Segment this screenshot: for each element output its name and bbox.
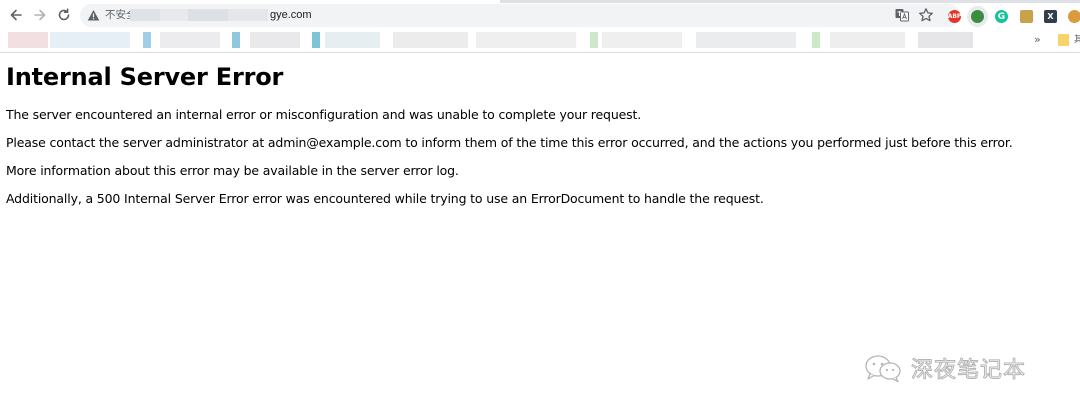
bookmark-item[interactable]	[602, 32, 682, 48]
browser-toolbar: 不安全 gye.com ABP G X	[0, 3, 1080, 29]
error-paragraph: The server encountered an internal error…	[6, 107, 642, 122]
error-paragraph: Please contact the server administrator …	[6, 135, 1013, 150]
bookmarks-bar: » 其	[0, 29, 1080, 53]
bookmark-item[interactable]	[830, 32, 905, 48]
bookmark-item[interactable]	[918, 32, 973, 48]
bookmark-item[interactable]	[250, 32, 300, 48]
arrow-right-icon	[34, 9, 46, 21]
leaf-extension-icon[interactable]	[971, 10, 984, 23]
page-content: Internal Server Error The server encount…	[6, 53, 1076, 206]
bookmark-item[interactable]	[143, 32, 151, 48]
back-button[interactable]	[5, 4, 27, 26]
bookmark-item[interactable]	[476, 32, 576, 48]
bookmark-star-icon[interactable]	[918, 7, 934, 23]
x-extension-icon[interactable]: X	[1044, 10, 1057, 23]
redacted-url-block	[130, 9, 268, 21]
bookmark-item[interactable]	[696, 32, 796, 48]
grammarly-extension-icon[interactable]: G	[995, 10, 1008, 23]
warning-icon[interactable]	[87, 9, 100, 22]
bookmark-item[interactable]	[325, 32, 380, 48]
bookmark-item[interactable]	[8, 32, 48, 48]
folder-icon[interactable]	[1058, 34, 1069, 46]
watermark: 深夜笔记本	[863, 352, 1026, 384]
reload-button[interactable]	[53, 4, 75, 26]
translate-icon[interactable]	[895, 8, 909, 22]
error-paragraph: Additionally, a 500 Internal Server Erro…	[6, 191, 764, 206]
url-text[interactable]: gye.com	[270, 8, 312, 22]
address-bar[interactable]: 不安全 gye.com	[80, 4, 960, 27]
bookmark-item[interactable]	[312, 32, 320, 48]
wechat-logo-icon	[865, 355, 901, 383]
bookmarks-overflow-icon[interactable]: »	[1034, 32, 1041, 48]
notes-extension-icon[interactable]	[1020, 10, 1033, 23]
arrow-left-icon	[10, 9, 22, 21]
reload-icon	[58, 8, 70, 21]
adblock-extension-icon[interactable]: ABP	[948, 10, 961, 23]
bookmark-item[interactable]	[812, 32, 820, 48]
other-bookmarks-label[interactable]: 其	[1074, 33, 1080, 47]
page-title: Internal Server Error	[6, 63, 284, 91]
bookmark-item[interactable]	[590, 32, 598, 48]
cookie-extension-icon[interactable]	[1068, 10, 1080, 23]
bookmark-item[interactable]	[160, 32, 220, 48]
bookmark-item[interactable]	[232, 32, 240, 48]
bookmark-item[interactable]	[50, 32, 130, 48]
bookmark-item[interactable]	[393, 32, 468, 48]
watermark-text: 深夜笔记本	[910, 358, 1027, 384]
forward-button[interactable]	[29, 4, 51, 26]
error-paragraph: More information about this error may be…	[6, 163, 459, 178]
